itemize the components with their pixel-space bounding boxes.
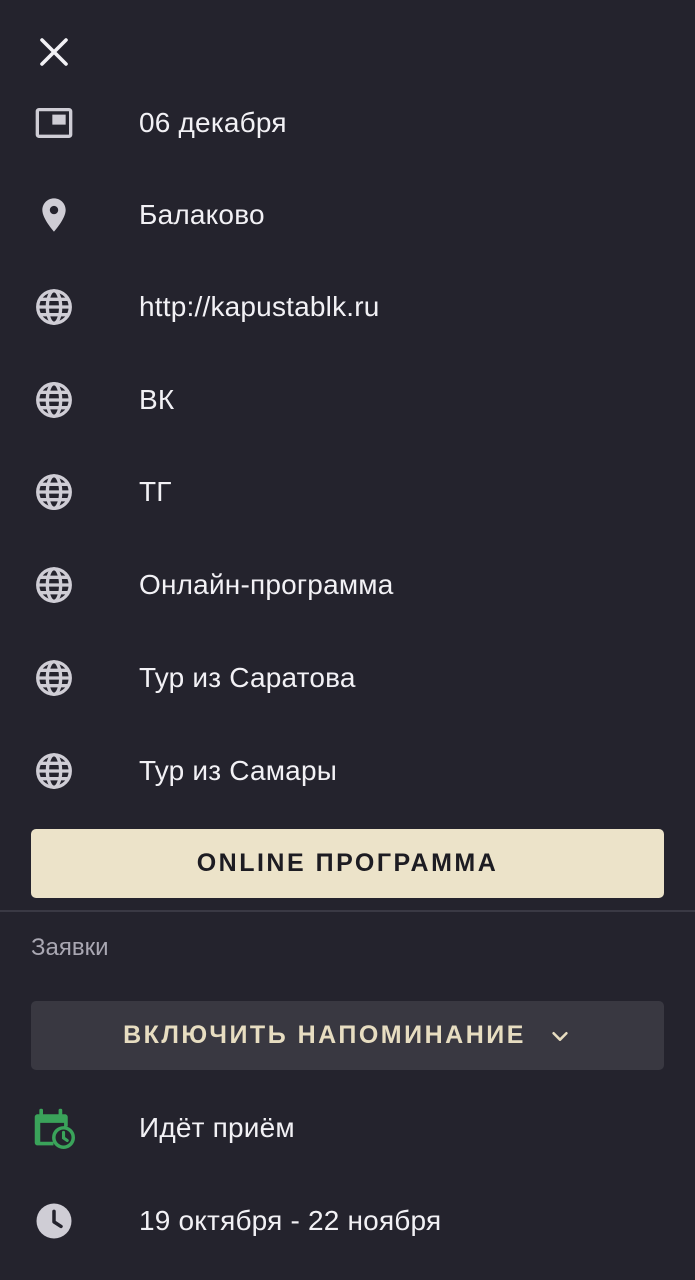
- info-row-city: Балаково: [0, 179, 695, 251]
- link-tour-samara-label[interactable]: Тур из Самары: [139, 755, 337, 787]
- clock-icon: [30, 1197, 78, 1245]
- globe-icon: [30, 283, 78, 331]
- picture-in-picture-icon: [30, 99, 78, 147]
- section-divider: [0, 910, 695, 912]
- globe-icon: [30, 654, 78, 702]
- globe-icon: [30, 376, 78, 424]
- application-dates-row: 19 октября - 22 ноября: [0, 1185, 695, 1257]
- globe-icon: [30, 561, 78, 609]
- applications-section-title: Заявки: [31, 934, 109, 961]
- close-button[interactable]: [24, 22, 84, 82]
- link-row-vk[interactable]: ВК: [0, 364, 695, 436]
- globe-icon: [30, 468, 78, 516]
- info-row-date: 06 декабря: [0, 87, 695, 159]
- link-row-tour-samara[interactable]: Тур из Самары: [0, 735, 695, 807]
- link-vk-label[interactable]: ВК: [139, 384, 174, 416]
- link-tg-label[interactable]: ТГ: [139, 476, 172, 508]
- enable-reminder-button[interactable]: ВКЛЮЧИТЬ НАПОМИНАНИЕ: [31, 1001, 664, 1070]
- application-status-label: Идёт приём: [139, 1112, 295, 1143]
- application-dates-label: 19 октября - 22 ноября: [139, 1205, 442, 1236]
- online-program-button[interactable]: ONLINE ПРОГРАММА: [31, 829, 664, 898]
- link-online-program-label[interactable]: Онлайн-программа: [139, 569, 394, 601]
- link-row-website[interactable]: http://kapustablk.ru: [0, 271, 695, 343]
- link-website-label[interactable]: http://kapustablk.ru: [139, 291, 380, 323]
- link-row-online-program[interactable]: Онлайн-программа: [0, 549, 695, 621]
- online-program-button-label: ONLINE ПРОГРАММА: [196, 849, 499, 877]
- chevron-down-icon: [548, 1024, 572, 1048]
- link-row-tg[interactable]: ТГ: [0, 456, 695, 528]
- link-tour-saratov-label[interactable]: Тур из Саратова: [139, 662, 356, 694]
- location-pin-icon: [30, 191, 78, 239]
- calendar-clock-icon: [30, 1104, 78, 1152]
- enable-reminder-button-label: ВКЛЮЧИТЬ НАПОМИНАНИЕ: [123, 1021, 526, 1049]
- close-icon: [40, 38, 68, 66]
- event-date-label: 06 декабря: [139, 107, 287, 138]
- application-status-row: Идёт приём: [0, 1092, 695, 1164]
- link-row-tour-saratov[interactable]: Тур из Саратова: [0, 642, 695, 714]
- event-city-label: Балаково: [139, 199, 265, 230]
- globe-icon: [30, 747, 78, 795]
